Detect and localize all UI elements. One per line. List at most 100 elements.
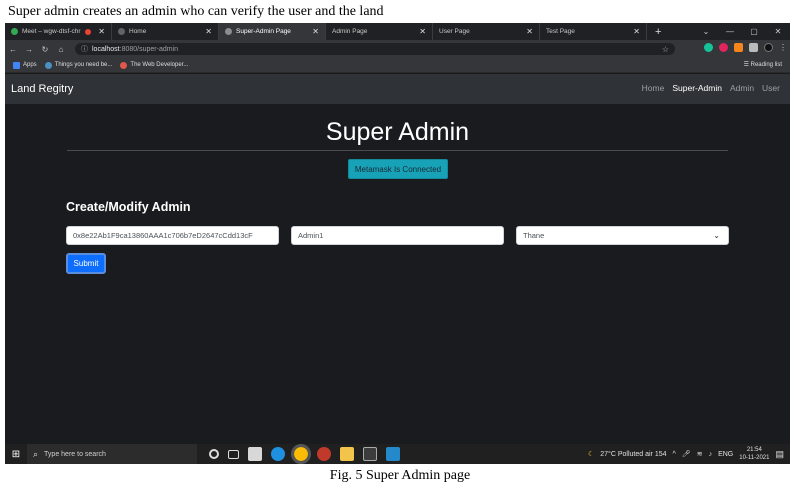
brand[interactable]: Land Regitry: [11, 83, 73, 95]
terminal-icon[interactable]: [363, 447, 377, 461]
maximize-button[interactable]: ▢: [742, 27, 766, 36]
close-icon[interactable]: ✕: [98, 27, 105, 36]
microphone-icon[interactable]: 🎤︎: [682, 450, 691, 458]
bookmark-things[interactable]: Things you need be...: [44, 61, 112, 69]
bookmark-apps[interactable]: Apps: [13, 61, 37, 69]
star-icon[interactable]: ☆: [662, 45, 669, 54]
weather-icon[interactable]: ☾: [588, 450, 594, 458]
search-icon: ⌕: [33, 448, 39, 459]
language-indicator[interactable]: ENG: [718, 451, 733, 458]
reading-list-label: Reading list: [750, 62, 782, 68]
puzzle-icon[interactable]: [749, 43, 758, 52]
tab-home[interactable]: Home ✕: [112, 23, 219, 40]
app-icon[interactable]: [317, 447, 331, 461]
new-tab-button[interactable]: +: [647, 26, 669, 38]
profile-icon[interactable]: [764, 43, 773, 52]
site-icon: [120, 61, 128, 69]
reload-icon[interactable]: ↻: [37, 45, 53, 54]
tab-admin[interactable]: Admin Page ✕: [326, 23, 433, 40]
network-icon[interactable]: ≋: [697, 450, 703, 458]
volume-icon[interactable]: ♪: [709, 451, 713, 458]
tab-meet[interactable]: Meet – wgw-dtsf-chr ✕: [5, 23, 112, 40]
wordpress-icon: [44, 61, 52, 69]
home-icon[interactable]: ⌂: [53, 45, 69, 54]
bookmark-label: Apps: [23, 62, 37, 68]
bookmark-web-developer[interactable]: The Web Developer...: [120, 61, 189, 69]
reading-list-button[interactable]: ☰ Reading list: [744, 61, 782, 68]
task-view-icon[interactable]: [228, 449, 239, 459]
tab-test[interactable]: Test Page ✕: [540, 23, 647, 40]
close-window-button[interactable]: ✕: [766, 27, 790, 36]
close-icon[interactable]: ✕: [633, 27, 640, 36]
close-icon[interactable]: ✕: [205, 27, 212, 36]
admin-address-input[interactable]: 0x8e22Ab1F9ca13860AAA1c706b7eD2647cCdd13…: [66, 226, 279, 245]
city-select-value: Thane: [523, 231, 545, 240]
figure-caption: Fig. 5 Super Admin page: [329, 468, 471, 483]
url-host: localhost: [92, 45, 120, 53]
metamask-icon[interactable]: [734, 43, 743, 52]
nav-super-admin[interactable]: Super-Admin: [672, 83, 722, 93]
tab-label: Meet – wgw-dtsf-chr: [22, 28, 81, 35]
info-icon[interactable]: ⓘ: [81, 44, 88, 54]
taskbar-apps: [209, 444, 400, 464]
close-icon[interactable]: ✕: [312, 27, 319, 36]
close-icon[interactable]: ✕: [419, 27, 426, 36]
url-bar[interactable]: ⓘ localhost:8080/super-admin ☆: [75, 43, 675, 55]
chevron-up-icon[interactable]: ^: [673, 451, 676, 458]
clock-time: 21:54: [746, 447, 762, 453]
page-icon: [118, 28, 125, 35]
tab-label: Home: [129, 28, 147, 35]
nav-home[interactable]: Home: [642, 83, 665, 93]
admin-name-input[interactable]: Admin1: [291, 226, 504, 245]
windows-start-icon[interactable]: ⊞: [5, 449, 27, 460]
submit-button[interactable]: Submit: [66, 253, 106, 274]
form-title: Create/Modify Admin: [66, 200, 191, 214]
taskbar: ⊞ ⌕ Type here to search ☾ 27°C Polluted …: [5, 444, 790, 464]
menu-icon[interactable]: ⋮: [779, 43, 787, 52]
page-icon: [225, 28, 232, 35]
taskbar-search[interactable]: ⌕ Type here to search: [27, 444, 197, 464]
minimize-button[interactable]: —: [718, 27, 742, 36]
page-title: Super Admin: [325, 118, 470, 146]
clock[interactable]: 21:54 10-11-2021: [739, 446, 769, 462]
extensions: ⋮: [704, 43, 787, 52]
main-content: Super Admin Metamask Is Connected Create…: [5, 104, 790, 444]
weather-text[interactable]: 27°C Polluted air 154: [600, 451, 666, 458]
grammarly-icon[interactable]: [704, 43, 713, 52]
nav-user[interactable]: User: [762, 83, 780, 93]
back-arrow-icon[interactable]: ←: [5, 45, 21, 54]
extension-icon[interactable]: [719, 43, 728, 52]
tab-user[interactable]: User Page ✕: [433, 23, 540, 40]
app-navbar: Land Regitry Home Super-Admin Admin User: [5, 74, 790, 104]
nav-admin[interactable]: Admin: [730, 83, 754, 93]
tab-label: User Page: [439, 28, 470, 35]
store-icon[interactable]: [248, 447, 262, 461]
clock-date: 10-11-2021: [739, 455, 770, 461]
chevron-down-icon[interactable]: ⌄: [694, 27, 718, 36]
record-icon: [85, 28, 92, 35]
vscode-icon[interactable]: [386, 447, 400, 461]
bookmark-label: The Web Developer...: [130, 62, 189, 68]
search-placeholder: Type here to search: [44, 450, 106, 458]
tab-label: Admin Page: [332, 28, 368, 35]
figure-heading: Super admin creates an admin who can ver…: [8, 4, 384, 19]
chevron-down-icon: ⌄: [713, 231, 720, 240]
metamask-status-button[interactable]: Metamask Is Connected: [348, 159, 448, 179]
notification-icon[interactable]: ▤: [775, 449, 784, 460]
nav-links: Home Super-Admin Admin User: [642, 83, 780, 93]
close-icon[interactable]: ✕: [526, 27, 533, 36]
tab-super-admin[interactable]: Super-Admin Page ✕: [219, 23, 326, 40]
system-tray: ☾ 27°C Polluted air 154 ^ 🎤︎ ≋ ♪ ENG 21:…: [588, 444, 784, 464]
forward-arrow-icon[interactable]: →: [21, 45, 37, 54]
tab-label: Super-Admin Page: [236, 28, 291, 35]
chrome-icon[interactable]: [291, 444, 311, 464]
edge-icon[interactable]: [271, 447, 285, 461]
city-select[interactable]: Thane ⌄: [516, 226, 729, 245]
url-path: :8080/super-admin: [119, 45, 179, 53]
browser-tab-strip: Meet – wgw-dtsf-chr ✕ Home ✕ Super-Admin…: [5, 23, 790, 40]
cortana-icon[interactable]: [209, 449, 219, 459]
window-controls: ⌄ — ▢ ✕: [694, 23, 790, 40]
apps-grid-icon: [13, 61, 20, 69]
screen: Meet – wgw-dtsf-chr ✕ Home ✕ Super-Admin…: [5, 23, 790, 464]
file-explorer-icon[interactable]: [340, 447, 354, 461]
